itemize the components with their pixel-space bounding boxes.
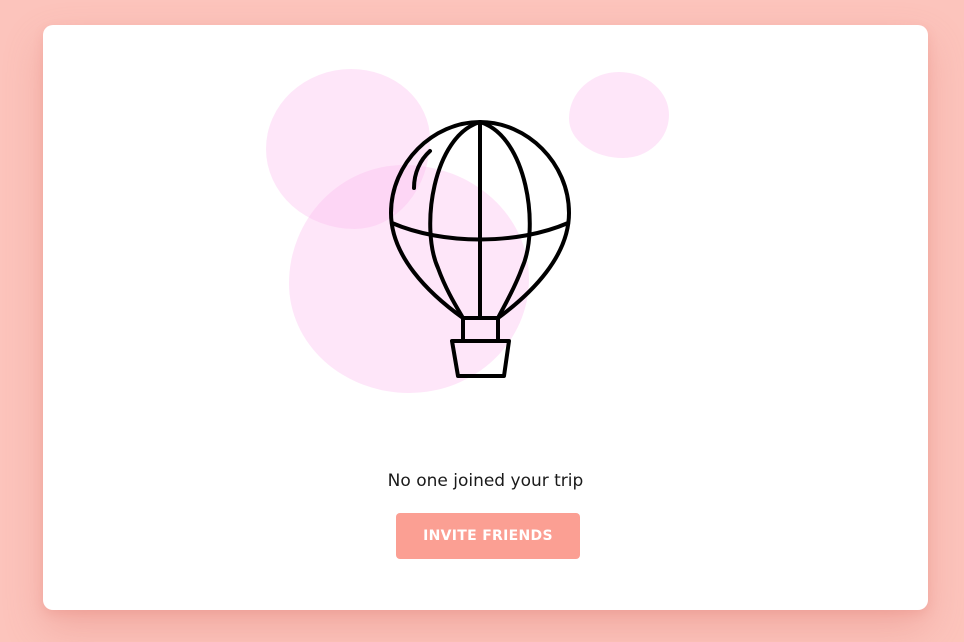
empty-state-card: No one joined your trip INVITE FRIENDS [43,25,928,610]
hot-air-balloon-icon [389,120,571,378]
decorative-blob [569,72,669,158]
invite-friends-button[interactable]: INVITE FRIENDS [396,513,580,559]
empty-state-illustration [43,25,928,425]
empty-state-message: No one joined your trip [387,471,584,491]
